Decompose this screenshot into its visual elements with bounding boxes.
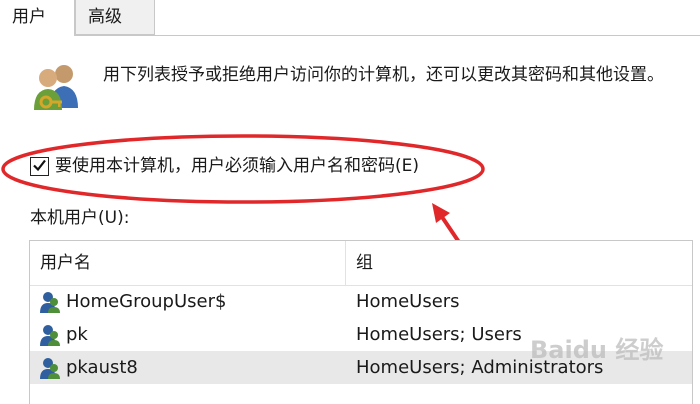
users-listview[interactable]: 用户名 组 HomeGroupUser$ HomeUsers pk HomeUs… <box>29 240 693 404</box>
user-icon <box>40 358 60 379</box>
user-name: pk <box>66 324 88 345</box>
require-password-label[interactable]: 要使用本计算机，用户必须输入用户名和密码(E) <box>55 153 419 179</box>
description-text: 用下列表授予或拒绝用户访问你的计算机，还可以更改其密码和其他设置。 <box>103 65 664 85</box>
listview-header: 用户名 组 <box>30 241 692 286</box>
user-group: HomeUsers; Users <box>356 324 522 345</box>
user-icon <box>40 325 60 346</box>
tab-users[interactable]: 用户 <box>0 0 75 36</box>
users-key-icon <box>34 65 78 110</box>
user-icon <box>40 292 60 313</box>
user-name: pkaust8 <box>66 357 138 378</box>
user-name: HomeGroupUser$ <box>66 291 227 312</box>
column-header-group[interactable]: 组 <box>346 241 692 285</box>
watermark: Baidu 经验 <box>530 336 664 364</box>
user-group: HomeUsers <box>356 291 460 312</box>
column-header-username[interactable]: 用户名 <box>30 241 346 285</box>
table-row[interactable]: HomeGroupUser$ HomeUsers <box>30 285 692 318</box>
tab-strip: 高级 用户 <box>0 0 700 36</box>
tab-advanced[interactable]: 高级 <box>75 0 155 35</box>
checkmark-icon <box>33 159 46 172</box>
require-password-checkbox[interactable] <box>30 157 49 176</box>
local-users-label: 本机用户(U): <box>30 208 130 228</box>
